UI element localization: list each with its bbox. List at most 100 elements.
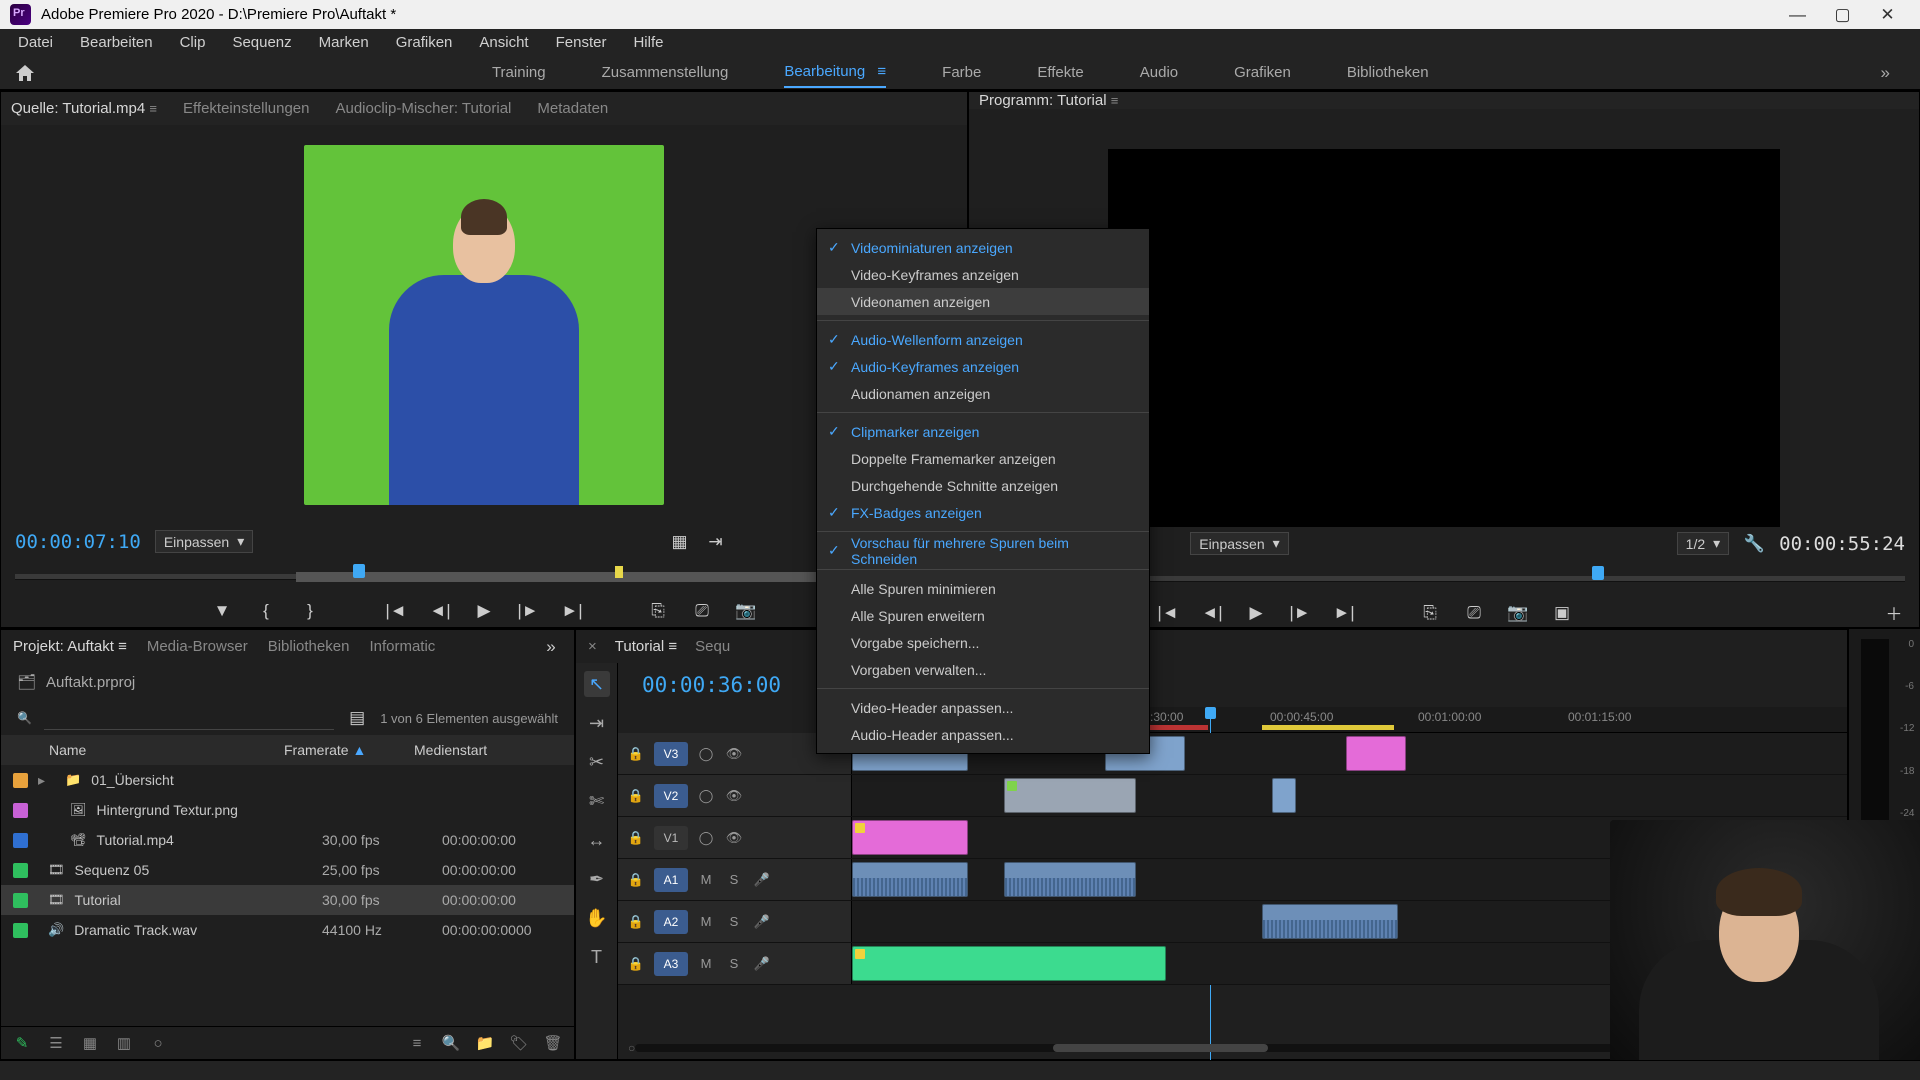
go-to-in-icon[interactable]: |◄ — [385, 600, 407, 622]
voiceover-record-icon[interactable]: 🎤 — [752, 870, 772, 890]
clip[interactable] — [852, 946, 1166, 981]
menu-item[interactable]: Video-Header anpassen... — [817, 694, 1149, 721]
timeline-display-settings-menu[interactable]: Videominiaturen anzeigenVideo-Keyframes … — [816, 228, 1150, 754]
solo-button[interactable]: S — [724, 870, 744, 890]
workspace-tab-audio[interactable]: Audio — [1140, 58, 1178, 87]
track-header-a3[interactable]: 🔒A3MS🎤 — [618, 943, 852, 984]
source-safe-margins-icon[interactable]: ▦ — [669, 531, 691, 553]
tab-source[interactable]: Quelle: Tutorial.mp4 ≡ — [11, 100, 157, 117]
menu-sequenz[interactable]: Sequenz — [220, 31, 303, 54]
fx-badge-icon[interactable] — [1007, 781, 1017, 791]
sort-asc-icon[interactable]: ▲ — [352, 742, 366, 758]
solo-button[interactable]: S — [724, 954, 744, 974]
new-bin-icon[interactable]: 📁 — [476, 1034, 494, 1052]
clip[interactable] — [1346, 736, 1406, 771]
clip[interactable] — [852, 862, 968, 897]
tab-sequence[interactable]: Tutorial ≡ — [615, 638, 677, 655]
prog-play-icon[interactable]: ▶ — [1245, 602, 1267, 624]
new-item-dropdown-icon[interactable]: 🏷 — [510, 1034, 528, 1052]
track-output-icon[interactable]: 👁 — [724, 828, 744, 848]
tab-info[interactable]: Informatic — [369, 638, 435, 655]
menu-grafiken[interactable]: Grafiken — [384, 31, 465, 54]
home-button[interactable] — [10, 61, 40, 85]
add-marker-icon[interactable]: ▼ — [211, 600, 233, 622]
clear-icon[interactable]: 🗑 — [544, 1034, 562, 1052]
source-fit-select[interactable]: Einpassen ▾ — [155, 530, 253, 553]
mute-button[interactable]: M — [696, 954, 716, 974]
clip[interactable] — [1004, 862, 1136, 897]
zoom-slider-icon[interactable]: ○ — [149, 1034, 167, 1052]
project-list[interactable]: ▸📁01_Übersicht🖼Hintergrund Textur.png📽Tu… — [1, 765, 574, 1026]
step-back-icon[interactable]: ◄| — [429, 600, 451, 622]
tab-media-browser[interactable]: Media-Browser — [147, 638, 248, 655]
tab-sequence-2[interactable]: Sequ — [695, 638, 730, 655]
tab-project[interactable]: Projekt: Auftakt ≡ — [13, 638, 127, 655]
new-item-icon[interactable]: ✎ — [13, 1034, 31, 1052]
track-header-a2[interactable]: 🔒A2MS🎤 — [618, 901, 852, 942]
program-monitor-video[interactable] — [1108, 149, 1780, 527]
track-output-icon[interactable]: 👁 — [724, 744, 744, 764]
menu-item[interactable]: Videominiaturen anzeigen — [817, 234, 1149, 261]
voiceover-record-icon[interactable]: 🎤 — [752, 912, 772, 932]
source-timecode[interactable]: 00:00:07:10 — [15, 531, 141, 553]
track-header-v2[interactable]: 🔒V2◯👁 — [618, 775, 852, 816]
go-to-out-icon[interactable]: ►| — [561, 600, 583, 622]
prog-button-editor-icon[interactable]: ＋ — [1883, 602, 1905, 624]
icon-view-icon[interactable]: ▦ — [81, 1034, 99, 1052]
mute-button[interactable]: M — [696, 912, 716, 932]
close-button[interactable]: ✕ — [1865, 0, 1910, 29]
lock-icon[interactable]: 🔒 — [626, 870, 646, 890]
program-fit-select[interactable]: Einpassen ▾ — [1190, 532, 1288, 555]
mark-out-icon[interactable]: } — [299, 600, 321, 622]
source-time-ruler[interactable] — [15, 564, 953, 592]
menu-item[interactable]: FX-Badges anzeigen — [817, 499, 1149, 526]
tab-effect-controls[interactable]: Effekteinstellungen — [183, 100, 309, 117]
workspace-tab-grafiken[interactable]: Grafiken — [1234, 58, 1291, 87]
track-target-toggle[interactable]: A2 — [654, 910, 688, 934]
program-settings-icon[interactable]: 🔧 — [1743, 533, 1765, 555]
project-item[interactable]: 📽Tutorial.mp430,00 fps00:00:00:00 — [1, 825, 574, 855]
clip[interactable] — [852, 820, 968, 855]
workspace-tab-training[interactable]: Training — [492, 58, 546, 87]
menu-item[interactable]: Vorgabe speichern... — [817, 629, 1149, 656]
menu-item[interactable]: Video-Keyframes anzeigen — [817, 261, 1149, 288]
project-item[interactable]: 🖼Hintergrund Textur.png — [1, 795, 574, 825]
track-target-toggle[interactable]: A3 — [654, 952, 688, 976]
solo-button[interactable]: S — [724, 912, 744, 932]
fx-badge-icon[interactable] — [855, 823, 865, 833]
project-item[interactable]: 🎞Sequenz 0525,00 fps00:00:00:00 — [1, 855, 574, 885]
minimize-button[interactable]: ― — [1775, 0, 1820, 29]
menu-item[interactable]: Clipmarker anzeigen — [817, 418, 1149, 445]
prog-go-to-out-icon[interactable]: ►| — [1333, 602, 1355, 624]
menu-item[interactable]: Alle Spuren erweitern — [817, 602, 1149, 629]
project-filter-icon[interactable]: ▤ — [346, 707, 368, 729]
menu-item[interactable]: Audio-Wellenform anzeigen — [817, 326, 1149, 353]
freeform-view-icon[interactable]: ▥ — [115, 1034, 133, 1052]
menu-item[interactable]: Alle Spuren minimieren — [817, 575, 1149, 602]
tab-audio-clip-mixer[interactable]: Audioclip-Mischer: Tutorial — [335, 100, 511, 117]
track-lane-v2[interactable] — [852, 775, 1847, 816]
pen-tool-icon[interactable]: ✒ — [584, 866, 610, 892]
lock-icon[interactable]: 🔒 — [626, 744, 646, 764]
track-select-tool-icon[interactable]: ⇥ — [584, 710, 610, 736]
track-target-toggle[interactable]: V2 — [654, 784, 688, 808]
clip[interactable] — [1272, 778, 1296, 813]
maximize-button[interactable]: ▢ — [1820, 0, 1865, 29]
lock-icon[interactable]: 🔒 — [626, 828, 646, 848]
sync-lock-icon[interactable]: ◯ — [696, 828, 716, 848]
play-icon[interactable]: ▶ — [473, 600, 495, 622]
project-overflow-icon[interactable]: » — [540, 636, 562, 658]
menu-item[interactable]: Audio-Keyframes anzeigen — [817, 353, 1149, 380]
prog-step-back-icon[interactable]: ◄| — [1201, 602, 1223, 624]
prog-export-frame-icon[interactable]: 📷 — [1507, 602, 1529, 624]
menu-clip[interactable]: Clip — [168, 31, 218, 54]
tab-libraries[interactable]: Bibliotheken — [268, 638, 350, 655]
project-item[interactable]: 🎞Tutorial30,00 fps00:00:00:00 — [1, 885, 574, 915]
sync-lock-icon[interactable]: ◯ — [696, 744, 716, 764]
selection-tool-icon[interactable]: ↖ — [584, 671, 610, 697]
menu-item[interactable]: Videonamen anzeigen — [817, 288, 1149, 315]
lock-icon[interactable]: 🔒 — [626, 954, 646, 974]
slip-tool-icon[interactable]: ↔ — [584, 827, 610, 853]
menu-item[interactable]: Audionamen anzeigen — [817, 380, 1149, 407]
track-target-toggle[interactable]: A1 — [654, 868, 688, 892]
